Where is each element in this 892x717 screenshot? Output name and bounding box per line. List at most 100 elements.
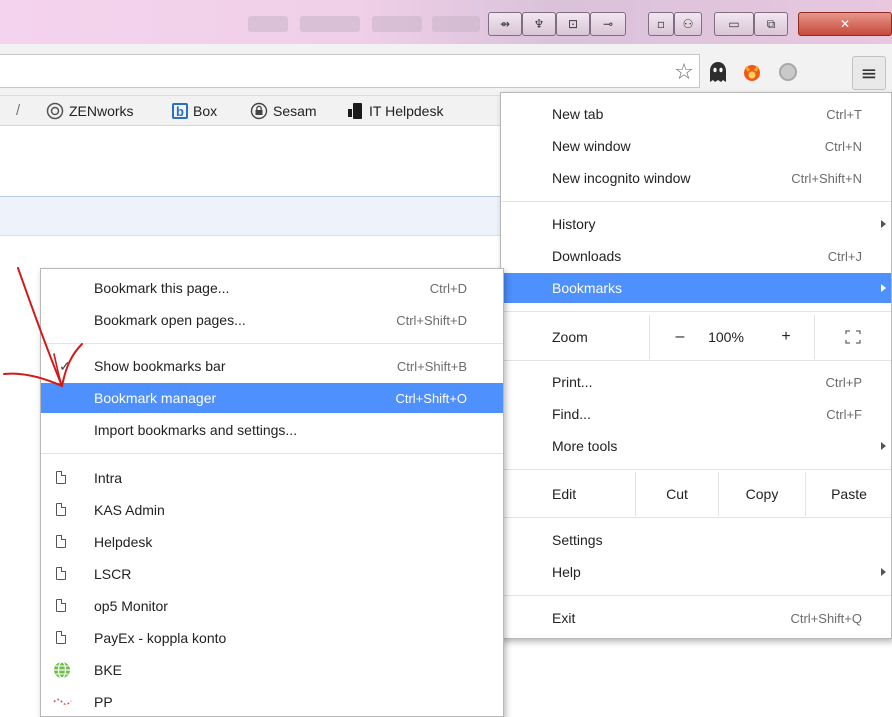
titlebar-extra-button[interactable]: ⇴ — [488, 12, 522, 36]
menu-label: Help — [552, 564, 581, 580]
menu-label: History — [552, 216, 596, 232]
bookmark-label: Box — [193, 103, 218, 119]
menu-item-new-incognito-window[interactable]: New incognito window Ctrl+Shift+N — [501, 163, 891, 193]
blurred-tab — [372, 16, 422, 32]
helpdesk-icon — [346, 102, 364, 120]
titlebar-extra-button[interactable]: ⊡ — [556, 12, 590, 36]
paste-button[interactable]: Paste — [806, 472, 892, 516]
bookmark-entry[interactable]: PP — [41, 687, 503, 717]
fullscreen-icon — [845, 330, 861, 344]
menu-separator — [501, 311, 891, 312]
lock-icon — [250, 102, 268, 120]
window-title-bar: ⇴ ♆ ⊡ ⊸ ▫ ⚇ ▭ ⧉ ✕ — [0, 0, 892, 44]
address-bar[interactable] — [0, 54, 700, 88]
menu-item-history[interactable]: History — [501, 209, 891, 239]
close-button[interactable]: ✕ — [798, 12, 892, 36]
globe-icon — [54, 661, 70, 679]
bookmark-entry[interactable]: BKE — [41, 655, 503, 685]
zoom-in-button[interactable]: + — [756, 315, 816, 359]
menu-separator — [41, 343, 503, 344]
star-icon[interactable]: ☆ — [670, 58, 698, 86]
extension-fox-icon[interactable] — [738, 58, 766, 86]
minimize-icon: ▭ — [728, 17, 740, 31]
pp-icon — [53, 698, 72, 706]
maximize-button[interactable]: ⧉ — [754, 12, 788, 36]
menu-shortcut: Ctrl+N — [824, 138, 862, 154]
menu-shortcut: Ctrl+Shift+B — [396, 358, 467, 374]
menu-label: Settings — [552, 532, 603, 548]
menu-separator — [501, 201, 891, 202]
bookmark-entry[interactable]: PayEx - koppla konto — [41, 623, 503, 653]
profile-button[interactable]: ⚇ — [674, 12, 702, 36]
blurred-tab — [248, 16, 288, 32]
titlebar-extra-button[interactable]: ▫ — [648, 12, 674, 36]
menu-label: Bookmarks — [552, 280, 623, 296]
menu-item-bookmarks[interactable]: Bookmarks — [501, 273, 891, 303]
submenu-item-bookmark-manager[interactable]: Bookmark manager Ctrl+Shift+O — [41, 383, 503, 413]
close-icon: ✕ — [839, 17, 851, 31]
submenu-item-show-bookmarks-bar[interactable]: ✓ Show bookmarks bar Ctrl+Shift+B — [41, 351, 503, 381]
menu-separator — [501, 517, 891, 518]
submenu-item-bookmark-open-pages[interactable]: Bookmark open pages... Ctrl+Shift+D — [41, 305, 503, 335]
menu-shortcut: Ctrl+D — [429, 280, 467, 296]
menu-item-new-tab[interactable]: New tab Ctrl+T — [501, 99, 891, 129]
red-annotation-arrow — [3, 267, 83, 387]
menu-item-downloads[interactable]: Downloads Ctrl+J — [501, 241, 891, 271]
fullscreen-button[interactable] — [815, 315, 891, 359]
copy-button[interactable]: Copy — [719, 472, 805, 516]
bookmark-box[interactable]: b Box — [172, 96, 217, 126]
menu-item-print[interactable]: Print... Ctrl+P — [501, 367, 891, 397]
bookmark-label: BKE — [94, 662, 123, 678]
submenu-item-import-bookmarks[interactable]: Import bookmarks and settings... — [41, 415, 503, 445]
submenu-item-bookmark-this-page[interactable]: Bookmark this page... Ctrl+D — [41, 273, 503, 303]
ghostery-icon[interactable] — [704, 58, 732, 86]
blurred-tab — [300, 16, 360, 32]
menu-item-exit[interactable]: Exit Ctrl+Shift+Q — [501, 603, 891, 633]
menu-item-more-tools[interactable]: More tools — [501, 431, 891, 461]
submenu-arrow-icon — [881, 284, 886, 292]
page-icon — [56, 503, 66, 516]
person-icon: ⚇ — [682, 17, 694, 31]
window-icon: ⊡ — [567, 17, 579, 31]
menu-label: Show bookmarks bar — [94, 358, 226, 374]
page-icon — [56, 471, 66, 484]
cut-button[interactable]: Cut — [636, 472, 718, 516]
menu-separator — [501, 595, 891, 596]
bookmark-label: Sesam — [273, 103, 317, 119]
bookmark-entry[interactable]: LSCR — [41, 559, 503, 589]
bookmark-zenworks[interactable]: ZENworks — [46, 96, 134, 126]
menu-label: Exit — [552, 610, 576, 626]
menu-separator — [501, 469, 891, 470]
bookmark-chevron-icon: / — [16, 102, 21, 119]
bookmark-entry[interactable]: Intra — [41, 463, 503, 493]
bookmark-sesam[interactable]: Sesam — [250, 96, 317, 126]
chrome-menu-button[interactable]: ≡ — [852, 56, 886, 90]
zenworks-icon — [46, 102, 64, 120]
submenu-arrow-icon — [881, 568, 886, 576]
bookmark-label: ZENworks — [69, 103, 134, 119]
menu-shortcut: Ctrl+P — [825, 374, 862, 390]
menu-item-find[interactable]: Find... Ctrl+F — [501, 399, 891, 429]
minimize-button[interactable]: ▭ — [714, 12, 754, 36]
menu-separator — [501, 360, 891, 361]
page-icon — [56, 599, 66, 612]
page-icon — [56, 535, 66, 548]
titlebar-extra-button[interactable]: ⊸ — [590, 12, 626, 36]
bookmark-entry[interactable]: op5 Monitor — [41, 591, 503, 621]
menu-item-settings[interactable]: Settings — [501, 525, 891, 555]
maximize-icon: ⧉ — [766, 16, 776, 31]
menu-shortcut: Ctrl+Shift+Q — [790, 610, 862, 626]
menu-label: New window — [552, 138, 631, 154]
bookmark-label: PP — [94, 694, 113, 710]
extension-circle-icon[interactable] — [774, 58, 802, 86]
menu-separator — [41, 453, 503, 454]
bookmark-entry[interactable]: KAS Admin — [41, 495, 503, 525]
bookmark-it-helpdesk[interactable]: IT Helpdesk — [346, 96, 443, 126]
menu-label: Bookmark manager — [94, 390, 217, 406]
bookmark-entry[interactable]: Helpdesk — [41, 527, 503, 557]
menu-item-new-window[interactable]: New window Ctrl+N — [501, 131, 891, 161]
submenu-arrow-icon — [881, 442, 886, 450]
titlebar-extra-button[interactable]: ♆ — [522, 12, 556, 36]
bookmark-label: Helpdesk — [94, 534, 153, 550]
menu-item-help[interactable]: Help — [501, 557, 891, 587]
